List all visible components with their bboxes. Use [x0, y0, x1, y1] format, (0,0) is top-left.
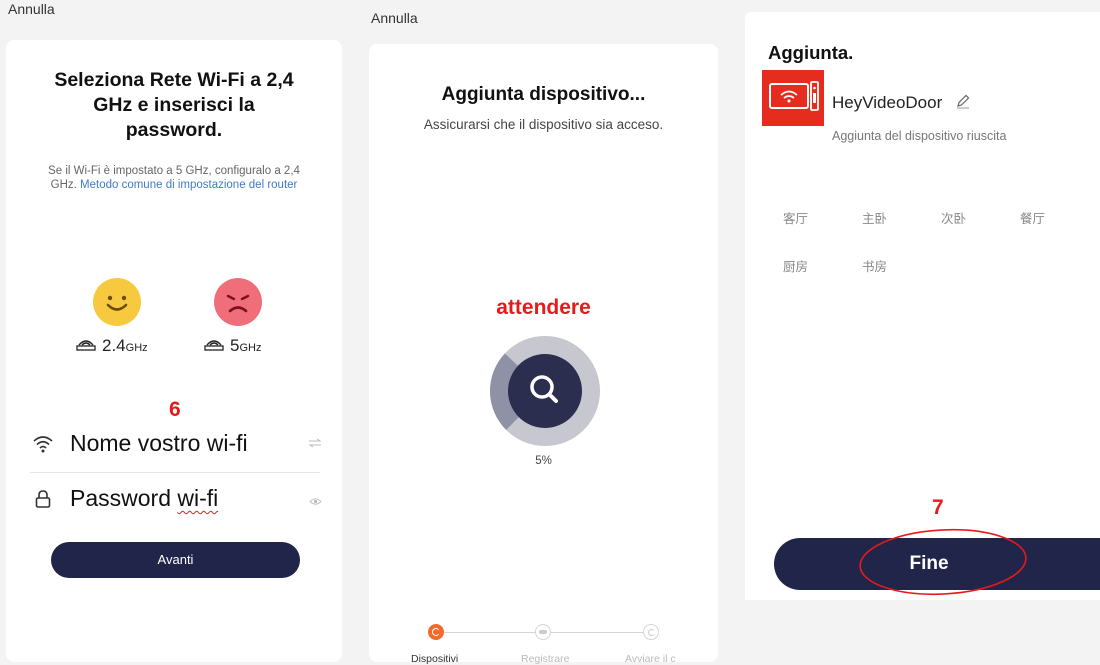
room-chip[interactable]: 厨房	[783, 256, 808, 275]
edit-pencil-icon[interactable]	[955, 93, 971, 109]
sad-face-icon	[214, 278, 262, 326]
step-label-3: Avviare il c	[625, 653, 676, 665]
page-title: Seleziona Rete Wi-Fi a 2,4 GHz e inseris…	[54, 69, 294, 141]
freq-unit: GHz	[125, 342, 148, 354]
annotation-step-6: 6	[169, 398, 181, 421]
device-name: HeyVideoDoor	[832, 93, 971, 113]
device-status: Aggiunta del dispositivo riuscita	[832, 129, 1007, 143]
room-chip[interactable]: 客厅	[783, 208, 808, 227]
progress-label: 5%	[535, 455, 552, 467]
room-chip[interactable]: 主卧	[862, 208, 887, 227]
progress-ring	[490, 336, 600, 446]
switch-network-icon[interactable]	[308, 438, 322, 448]
cancel-link-1[interactable]: Annulla	[8, 1, 55, 17]
cancel-link-2[interactable]: Annulla	[371, 10, 418, 26]
wifi-icon	[33, 435, 53, 452]
device-thumbnail	[762, 70, 824, 126]
wifi-name-value: Nome vostro wi-fi	[70, 430, 248, 456]
room-chip[interactable]: 书房	[862, 256, 887, 275]
device-name-text: HeyVideoDoor	[832, 93, 943, 112]
wifi-setup-card: Seleziona Rete Wi-Fi a 2,4 GHz e inseris…	[6, 40, 342, 662]
password-label: Password	[70, 485, 178, 511]
eye-icon[interactable]	[309, 497, 322, 506]
adding-device-card: Aggiunta dispositivo... Assicurarsi che …	[369, 44, 718, 665]
annotation-wait: attendere	[496, 296, 591, 319]
freq-5ghz-label: 5GHz	[204, 336, 261, 356]
video-doorbell-icon	[769, 81, 819, 111]
step-label-1: Dispositivi	[411, 653, 459, 665]
password-label-underlined: wi-fi	[177, 485, 219, 511]
router-guide-link[interactable]: Metodo comune di impostazione del router	[80, 179, 297, 191]
step-label-2: Registrare	[521, 653, 570, 665]
wifi-info-text: Se il Wi-Fi è impostato a 5 GHz, configu…	[42, 164, 306, 192]
page-title: Aggiunta dispositivo...	[441, 84, 646, 105]
page-title: Aggiunta.	[768, 42, 854, 63]
room-chip[interactable]: 餐厅	[1020, 208, 1045, 227]
freq-2-4ghz-label: 2.4GHz	[76, 336, 148, 356]
field-divider	[30, 472, 320, 473]
happy-face-icon	[93, 278, 141, 326]
next-button[interactable]: Avanti	[51, 542, 300, 578]
step-dot-active	[428, 624, 444, 640]
router-icon	[204, 340, 224, 351]
room-chip[interactable]: 次卧	[941, 208, 966, 227]
annotation-step-7: 7	[932, 496, 944, 519]
wifi-name-field[interactable]: Nome vostro wi-fi	[32, 430, 322, 457]
freq-value: 2.4	[102, 336, 126, 355]
lock-icon	[35, 489, 51, 508]
device-added-card: Aggiunta. HeyVideoDoor Aggiunta del disp…	[745, 12, 1100, 600]
cloud-icon	[535, 624, 551, 640]
freq-unit: GHz	[239, 342, 262, 354]
password-field[interactable]: Password wi-fi	[32, 485, 322, 512]
annotation-circle	[859, 528, 1027, 596]
router-icon	[76, 340, 96, 351]
step-dot-pending	[643, 624, 659, 640]
page-subtitle: Assicurarsi che il dispositivo sia acces…	[423, 117, 664, 132]
